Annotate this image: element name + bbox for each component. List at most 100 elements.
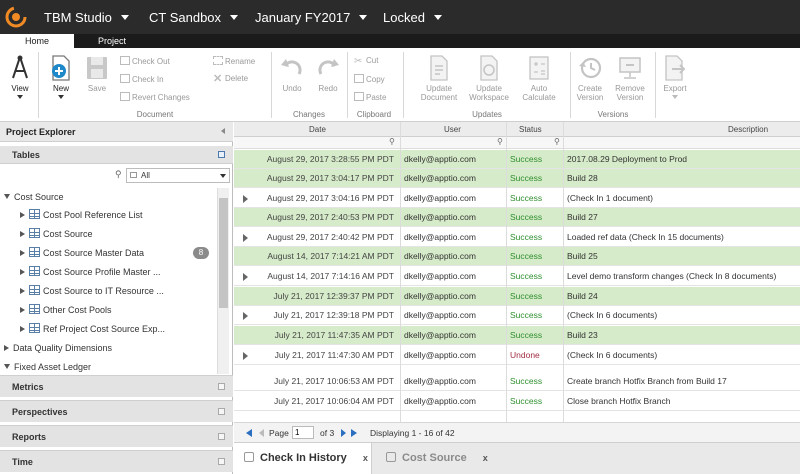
top-bar: TBM Studio CT Sandbox January FY2017 Loc… [0,0,800,34]
check-in-button[interactable]: Check In [120,74,164,84]
period-menu[interactable]: January FY2017 [255,10,368,25]
section-toggle-icon[interactable] [218,408,225,415]
new-document-icon [52,55,70,81]
table-row[interactable]: August 29, 2017 2:40:42 PM PDT dkelly@app… [234,228,800,247]
last-page-icon[interactable] [351,429,357,437]
check-out-button[interactable]: Check Out [120,56,170,66]
section-time[interactable]: Time [0,450,233,472]
tree-folder[interactable]: Data Quality Dimensions [4,339,112,357]
section-toggle-icon[interactable] [218,151,225,158]
table-row[interactable]: July 21, 2017 11:47:35 AM PDT dkelly@appt… [234,326,800,345]
expand-icon [20,326,25,332]
paste-button[interactable]: Paste [354,92,386,102]
revert-changes-button[interactable]: Revert Changes [120,92,190,102]
table-row[interactable]: August 29, 2017 3:04:16 PM PDT dkelly@app… [234,189,800,208]
tree-item[interactable]: Cost Source Profile Master ... [20,263,161,281]
section-reports[interactable]: Reports [0,425,233,447]
table-icon [29,304,40,314]
paste-icon [354,92,364,101]
tab-cost-source[interactable]: Cost Source x [376,443,506,474]
tables-section-header[interactable]: Tables [0,146,233,164]
view-button[interactable]: View [6,54,34,99]
search-icon[interactable]: ⚲ [389,137,395,146]
next-page-icon[interactable] [341,429,346,437]
collapse-panel-icon[interactable] [221,128,225,134]
rename-button[interactable]: Rename [213,56,255,66]
expand-icon [20,288,25,294]
search-icon[interactable]: ⚲ [115,169,122,180]
chevron-down-icon [672,95,678,99]
export-button[interactable]: Export [660,54,690,99]
ribbon: View New Save Check Out Check In Revert … [0,48,800,122]
page-number-input[interactable] [292,426,314,439]
section-toggle-icon[interactable] [218,383,225,390]
redo-button[interactable]: Redo [314,54,342,93]
tree-item[interactable]: Other Cost Pools [20,301,112,319]
table-row[interactable]: August 29, 2017 2:40:53 PM PDT dkelly@app… [234,208,800,227]
lock-status-menu[interactable]: Locked [383,10,442,25]
auto-calculate-button[interactable]: Auto Calculate [516,54,562,102]
apptio-logo-icon[interactable] [5,6,27,28]
previous-page-icon[interactable] [259,429,264,437]
expand-icon [20,212,25,218]
tree-scrollbar[interactable] [217,188,229,374]
tree-item[interactable]: Cost Source Master Data 8 [20,244,216,262]
tree-item[interactable]: Cost Source [20,225,93,243]
column-header-description[interactable]: Description [728,125,768,134]
search-icon[interactable]: ⚲ [554,137,560,146]
column-header-status[interactable]: Status [519,125,542,134]
table-row[interactable]: July 21, 2017 10:06:53 AM PDT dkelly@appt… [234,372,800,391]
tree-folder[interactable]: Cost Source [4,188,64,206]
tab-project[interactable]: Project [82,34,142,48]
tree-item[interactable]: Cost Pool Reference List [20,206,143,224]
remove-version-button[interactable]: Remove Version [610,54,650,102]
expand-icon [20,231,25,237]
update-workspace-button[interactable]: Update Workspace [466,54,512,102]
section-metrics[interactable]: Metrics [0,375,233,397]
tree-folder[interactable]: Fixed Asset Ledger [4,358,91,374]
expanded-icon [4,194,10,199]
app-menu[interactable]: TBM Studio [44,10,129,25]
table-row[interactable]: August 29, 2017 3:28:55 PM PDT dkelly@app… [234,150,800,169]
close-tab-button[interactable]: x [483,453,488,463]
first-page-icon[interactable] [246,429,252,437]
undo-icon [281,59,302,75]
column-header-date[interactable]: Date [309,125,326,134]
scrollbar-thumb[interactable] [219,198,228,308]
column-header-user[interactable]: User [444,125,461,134]
group-changes-label: Changes [292,110,326,119]
section-perspectives[interactable]: Perspectives [0,400,233,422]
history-icon [579,57,602,79]
new-button[interactable]: New [46,54,76,99]
table-row[interactable]: July 21, 2017 12:39:18 PM PDT dkelly@appt… [234,306,800,325]
tab-home[interactable]: Home [0,34,74,48]
revert-icon [120,92,130,101]
cut-button[interactable]: ✂ Cut [354,56,378,67]
tree-item[interactable]: Cost Source to IT Resource ... [20,282,164,300]
table-row[interactable]: July 21, 2017 11:47:30 AM PDT dkelly@appt… [234,346,800,365]
section-toggle-icon[interactable] [218,458,225,465]
project-menu[interactable]: CT Sandbox [149,10,239,25]
filter-dropdown[interactable]: All [126,168,230,183]
update-document-button[interactable]: Update Document [414,54,464,102]
tree-item[interactable]: Ref Project Cost Source Exp... [20,320,165,338]
search-icon[interactable]: ⚲ [497,137,503,146]
section-toggle-icon[interactable] [218,433,225,440]
create-version-button[interactable]: Create Version [570,54,610,102]
table-row[interactable]: July 21, 2017 10:06:04 AM PDT dkelly@appt… [234,392,800,411]
close-tab-button[interactable]: x [363,453,368,463]
table-row[interactable]: August 29, 2017 3:04:17 PM PDT dkelly@app… [234,169,800,188]
table-filter-bar: ⚲ All [0,168,233,184]
table-row[interactable]: July 21, 2017 12:39:37 PM PDT dkelly@appt… [234,287,800,306]
copy-button[interactable]: Copy [354,74,385,84]
table-row[interactable]: August 14, 2017 7:14:21 AM PDT dkelly@app… [234,247,800,266]
undo-button[interactable]: Undo [278,54,306,93]
save-button[interactable]: Save [82,54,112,93]
delete-button[interactable]: ✕ Delete [213,74,248,85]
chevron-down-icon [220,174,226,178]
tab-check-in-history[interactable]: Check In History x [234,443,372,474]
table-icon [29,247,40,257]
chevron-down-icon [17,95,23,99]
grid-filter-row: ⚲ ⚲ ⚲ [234,137,800,149]
table-row[interactable]: August 14, 2017 7:14:16 AM PDT dkelly@app… [234,267,800,286]
